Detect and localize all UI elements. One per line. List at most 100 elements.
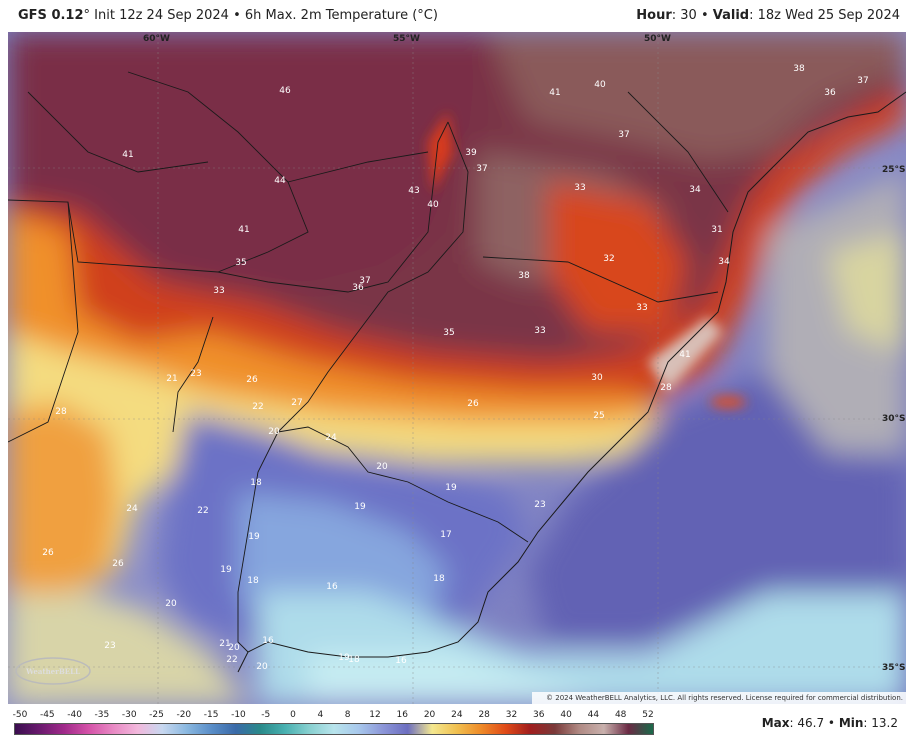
- temp-label: 31: [711, 225, 722, 235]
- colorbar-tick-label: -40: [67, 710, 82, 720]
- colorbar-tick-label: -45: [39, 710, 55, 720]
- temp-label: 26: [246, 375, 258, 385]
- colorbar-tick-label: 24: [451, 710, 463, 720]
- temp-label: 41: [238, 225, 249, 235]
- svg-text:WeatherBELL: WeatherBELL: [25, 667, 80, 676]
- colorbar-tick-label: 20: [423, 710, 436, 720]
- temp-label: 36: [352, 283, 364, 293]
- temp-label: 23: [190, 369, 201, 379]
- temp-label: 40: [427, 200, 439, 210]
- copyright-notice: © 2024 WeatherBELL Analytics, LLC. All r…: [532, 692, 906, 704]
- temp-label: 22: [226, 655, 237, 665]
- colorbar-tick-label: 0: [290, 710, 296, 720]
- weatherbell-logo: WeatherBELL: [14, 656, 92, 686]
- temp-label: 34: [718, 257, 730, 267]
- temp-label: 32: [603, 254, 614, 264]
- lon-label-50w: 50°W: [644, 34, 671, 44]
- valid-value: : 18z Wed 25 Sep 2024: [749, 8, 900, 23]
- temp-label: 37: [618, 130, 629, 140]
- temp-label: 17: [440, 530, 451, 540]
- temp-label: 38: [793, 64, 805, 74]
- header: GFS 0.12° Init 12z 24 Sep 2024 • 6h Max.…: [0, 0, 914, 32]
- temp-label: 35: [443, 328, 454, 338]
- temp-label: 21: [166, 374, 177, 384]
- colorbar-tick-label: 8: [344, 710, 351, 720]
- temp-label: 37: [476, 164, 487, 174]
- temp-label: 46: [279, 86, 291, 96]
- temp-label: 20: [376, 462, 388, 472]
- max-min-readout: Max: 46.7 • Min: 13.2: [762, 716, 898, 730]
- init-text: ° Init 12z 24 Sep 2024 • 6h Max. 2m Temp…: [83, 8, 438, 23]
- temp-label: 27: [291, 398, 302, 408]
- lat-label-25s: 25°S: [882, 165, 906, 175]
- temp-label: 19: [445, 483, 457, 493]
- colorbar-tick-label: -35: [94, 710, 110, 720]
- temp-label: 35: [235, 258, 246, 268]
- valid-time: Hour: 30 • Valid: 18z Wed 25 Sep 2024: [636, 8, 900, 23]
- temp-label: 23: [534, 500, 545, 510]
- temp-label: 40: [594, 80, 606, 90]
- colorbar-tick-label: 28: [478, 710, 490, 720]
- temp-label: 18: [247, 576, 259, 586]
- temp-label: 22: [252, 402, 263, 412]
- temp-label: 25: [593, 411, 604, 421]
- temp-label: 33: [213, 286, 224, 296]
- temp-label: 18: [250, 478, 262, 488]
- colorbar-tick-label: -10: [231, 710, 246, 720]
- temp-label: 19: [354, 502, 366, 512]
- max-label: Max: [761, 716, 790, 730]
- temp-label: 19: [248, 532, 260, 542]
- colorbar-tick-label: 52: [642, 710, 654, 720]
- max-value: : 46.7 •: [789, 716, 839, 730]
- temp-label: 41: [122, 150, 133, 160]
- temp-label: 30: [591, 373, 603, 383]
- colorbar-tick-label: -5: [261, 710, 271, 720]
- colorbar-tick-label: 12: [369, 710, 381, 720]
- temp-label: 28: [660, 383, 672, 393]
- temp-label: 41: [549, 88, 560, 98]
- colorbar-tick-label: 48: [614, 710, 627, 720]
- colorbar-tick-label: 36: [533, 710, 545, 720]
- temp-label: 16: [395, 656, 407, 666]
- temp-label: 20: [165, 599, 177, 609]
- lon-label-60w: 60°W: [143, 34, 170, 44]
- colorbar-tick-label: -30: [121, 710, 137, 720]
- temp-label: 44: [274, 176, 286, 186]
- colorbar-tick-label: -20: [176, 710, 192, 720]
- lon-label-55w: 55°W: [393, 34, 420, 44]
- temp-label: 33: [636, 303, 647, 313]
- color-legend: -50 -45 -40 -35 -30 -25 -20 -15 -10 -5 0 4 8 12 16 20 24…: [12, 710, 654, 740]
- temp-label: 18: [433, 574, 445, 584]
- temp-label: 36: [824, 88, 836, 98]
- temp-label: 19: [220, 565, 232, 575]
- temp-label: 26: [112, 559, 124, 569]
- temp-label: 41: [679, 350, 690, 360]
- temp-label: 23: [104, 641, 115, 651]
- colorbar-tick-label: 16: [396, 710, 408, 720]
- temp-label: 16: [326, 582, 338, 592]
- colorbar-gradient: [14, 723, 654, 735]
- temp-label: 20: [256, 662, 268, 672]
- colorbar-tick-label: -25: [149, 710, 164, 720]
- colorbar-tick-label: 32: [505, 710, 518, 720]
- min-value: : 13.2: [863, 716, 898, 730]
- hour-label: Hour: [636, 8, 672, 23]
- map-title: GFS 0.12° Init 12z 24 Sep 2024 • 6h Max.…: [18, 8, 438, 23]
- colorbar-tick-label: -50: [12, 710, 28, 720]
- lat-label-35s: 35°S: [882, 663, 906, 673]
- temp-label: 16: [262, 636, 274, 646]
- colorbar-tick-label: 44: [587, 710, 600, 720]
- temp-label: 43: [408, 186, 419, 196]
- temp-label: 33: [534, 326, 545, 336]
- temp-label: 20: [268, 427, 280, 437]
- temp-label: 22: [197, 506, 208, 516]
- hour-value: : 30 •: [671, 8, 713, 23]
- model-name: GFS 0.12: [18, 8, 84, 23]
- temp-label: 37: [857, 76, 868, 86]
- colorbar-tick-label: -15: [203, 710, 219, 720]
- temperature-map[interactable]: 60°W 55°W 50°W 25°S 30°S 35°S 46 41 40 3…: [8, 32, 906, 704]
- temp-label: 28: [55, 407, 67, 417]
- colorbar-ticks: -50 -45 -40 -35 -30 -25 -20 -15 -10 -5 0 4 8 12 16 20 24…: [12, 710, 654, 722]
- temp-label: 24: [325, 433, 337, 443]
- temp-label: 38: [518, 271, 530, 281]
